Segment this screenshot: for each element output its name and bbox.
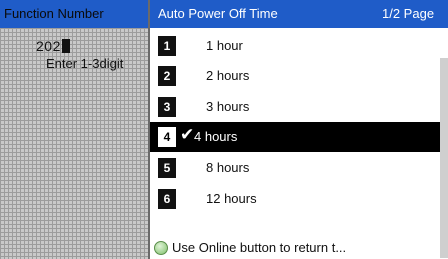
footer-hint: Use Online button to return t... <box>150 236 440 259</box>
item-number-badge: 1 <box>158 36 176 56</box>
input-cursor <box>61 39 70 53</box>
checkmark-icon: ✔ <box>180 125 195 144</box>
menu-item-label: 2 hours <box>206 68 250 83</box>
function-number-hint: Enter 1-3digit <box>46 56 124 71</box>
menu-item-label: 12 hours <box>206 191 257 206</box>
menu-item-label: 3 hours <box>206 99 250 114</box>
item-number-badge: 5 <box>158 158 176 178</box>
item-number-badge: 6 <box>158 189 176 209</box>
auto-power-off-menu: Auto Power Off Time 1/2 Page 1 1 hour 2 … <box>150 0 448 259</box>
function-number-panel: Function Number 202 Enter 1-3digit <box>0 0 150 259</box>
online-button-icon <box>154 241 168 255</box>
menu-item-1-hour[interactable]: 1 1 hour <box>150 31 440 61</box>
item-number-badge: 3 <box>158 97 176 117</box>
item-number-badge: 2 <box>158 66 176 86</box>
item-number-badge: 4 <box>158 127 176 147</box>
menu-item-label: 4 hours <box>194 129 238 144</box>
menu-item-label: 8 hours <box>206 160 250 175</box>
scrollbar-thumb[interactable] <box>440 58 448 258</box>
menu-scrollbar[interactable] <box>440 28 448 259</box>
page-indicator: 1/2 Page <box>382 6 435 21</box>
function-number-value: 202 <box>36 38 61 54</box>
menu-title: Auto Power Off Time <box>158 6 278 21</box>
menu-item-3-hours[interactable]: 3 3 hours <box>150 92 440 122</box>
menu-item-label: 1 hour <box>206 38 243 53</box>
footer-text: Use Online button to return t... <box>172 240 347 255</box>
function-number-input[interactable]: 202 <box>36 38 70 54</box>
function-number-header: Function Number <box>0 0 150 28</box>
menu-item-12-hours[interactable]: 6 12 hours <box>150 184 440 214</box>
menu-item-8-hours[interactable]: 5 8 hours <box>150 153 440 183</box>
menu-item-4-hours-selected[interactable]: 4 ✔ 4 hours <box>150 122 440 152</box>
menu-header: Auto Power Off Time 1/2 Page <box>150 0 448 28</box>
menu-item-2-hours[interactable]: 2 2 hours <box>150 61 440 91</box>
